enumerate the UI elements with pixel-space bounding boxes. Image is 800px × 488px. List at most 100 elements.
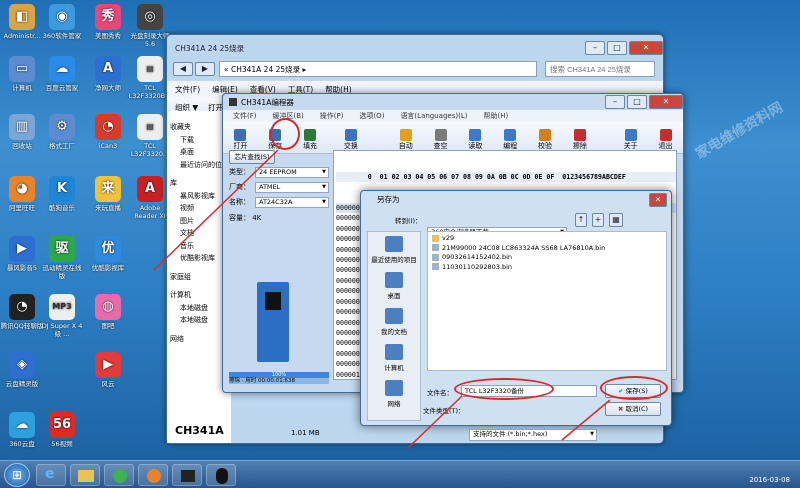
desktop-icon[interactable]: 56 56视频 <box>40 412 84 448</box>
taskbar-qq-icon[interactable] <box>206 464 236 486</box>
back-icon[interactable]: ◀ <box>173 62 193 76</box>
view-menu-icon[interactable]: ▦ <box>609 213 623 227</box>
cancel-button[interactable]: ✖ 取消(C) <box>605 402 661 416</box>
desktop-icon[interactable]: 来来玩直播 <box>86 176 130 212</box>
nav-item[interactable]: 网络 <box>170 333 228 346</box>
file-list-item[interactable]: 09032614152402.bin <box>432 253 662 263</box>
file-list-item[interactable]: 11030110292803.bin <box>432 263 662 273</box>
filetype-select[interactable]: 支持的文件 (*.bin;*.hex) <box>469 429 597 441</box>
nav-item[interactable]: 视频 <box>170 202 228 215</box>
place-4[interactable]: 网络 <box>368 376 420 412</box>
desktop-icon[interactable]: ◉ 360软件管家 <box>40 4 84 40</box>
up-folder-icon[interactable]: ↑ <box>575 213 587 227</box>
nav-item[interactable]: 暴风影视库 <box>170 190 228 203</box>
taskbar-app-icon[interactable] <box>138 464 168 486</box>
nav-item[interactable]: 收藏夹 <box>170 121 228 134</box>
nav-item[interactable]: 桌面 <box>170 146 228 159</box>
nav-item[interactable]: 家庭组 <box>170 271 228 284</box>
desktop-icon[interactable]: ☁ 360云盘 <box>0 412 44 448</box>
taskbar-360-icon[interactable] <box>104 464 134 486</box>
tool-4[interactable]: 自动 <box>388 129 423 151</box>
desktop-icon[interactable]: ▭ 计算机 <box>0 56 44 92</box>
ch-maximize-button[interactable]: □ <box>627 95 647 109</box>
new-folder-icon[interactable]: + <box>592 213 604 227</box>
desktop-icon-glyph: ◈ <box>9 352 35 378</box>
desktop-icon-glyph: 驱 <box>49 236 75 262</box>
tool-0[interactable]: 打开 <box>223 129 258 151</box>
maker-select[interactable]: ATMEL <box>255 181 329 193</box>
ch341-menu-item[interactable]: 文件(F) <box>233 111 257 121</box>
ch-minimize-button[interactable]: – <box>605 95 625 109</box>
place-2[interactable]: 我的文档 <box>368 304 420 340</box>
ch341-menu-item[interactable]: 语言(Languages)(L) <box>400 111 467 121</box>
maximize-button[interactable]: □ <box>607 41 627 55</box>
file-list-item[interactable]: 21M99000 24C08 LC863324A SS68 LA76810A.b… <box>432 244 662 254</box>
tool-9[interactable]: 擦除 <box>562 129 597 151</box>
explorer-menu-item[interactable]: 文件(F) <box>175 84 200 95</box>
desktop-icon[interactable]: K 酷狗音乐 <box>40 176 84 212</box>
desktop-icon[interactable]: MP3 DJ Super X 4级 ... <box>40 294 84 338</box>
ch341a-titlebar[interactable]: CH341A编程器 – □ ✕ <box>223 94 683 110</box>
desktop-icon[interactable]: 驱迅动精灵在线版 <box>40 236 84 280</box>
forward-icon[interactable]: ▶ <box>195 62 215 76</box>
place-1[interactable]: 桌面 <box>368 268 420 304</box>
tool-5[interactable]: 查空 <box>423 129 458 151</box>
save-dialog-titlebar[interactable]: 另存为 <box>361 191 671 205</box>
desktop-icon[interactable]: 秀美图秀秀 <box>86 4 130 40</box>
desktop-icon[interactable]: A 净网大师 <box>86 56 130 92</box>
desktop-icon[interactable]: ▶ 风云 <box>86 352 130 388</box>
tool-6[interactable]: 读取 <box>458 129 493 151</box>
ch341-menu-item[interactable]: 选项(O) <box>359 111 384 121</box>
tool-10[interactable]: 关于 <box>613 129 648 151</box>
desktop-icon[interactable]: ▥ 回收站 <box>0 114 44 150</box>
desktop-icon[interactable]: ◧ Administr... <box>0 4 44 40</box>
desktop-icon-glyph: ◕ <box>9 176 35 202</box>
file-list[interactable]: v29 21M99000 24C08 LC863324A SS68 LA76810… <box>427 231 667 371</box>
nav-item[interactable]: 本地磁盘 <box>170 302 228 315</box>
desktop-icon[interactable]: ◍ 图吧 <box>86 294 130 330</box>
place-0[interactable]: 最近使用的项目 <box>368 232 420 268</box>
minimize-button[interactable]: – <box>585 41 605 55</box>
ch-close-button[interactable]: ✕ <box>649 95 683 109</box>
nav-item[interactable]: 本地磁盘 <box>170 314 228 327</box>
chip-search-button[interactable]: 芯片查找(S) <box>229 150 275 164</box>
ch341-menu-item[interactable]: 操作(P) <box>320 111 344 121</box>
desktop-icon[interactable]: ◕ 阿里旺旺 <box>0 176 44 212</box>
type-select[interactable]: 24 EEPROM <box>255 166 329 178</box>
nav-item[interactable]: 库 <box>170 177 228 190</box>
desktop-icon[interactable]: ☁ 百度云管家 <box>40 56 84 92</box>
chip-socket-image <box>257 282 289 362</box>
desktop-icon[interactable]: ▶ 暴风影音5 <box>0 236 44 272</box>
nav-item[interactable]: 下载 <box>170 134 228 147</box>
taskbar-explorer-icon[interactable] <box>70 464 100 486</box>
tool-8[interactable]: 校验 <box>528 129 563 151</box>
desktop-icon-glyph: ▶ <box>95 352 121 378</box>
desktop-icon[interactable]: ◔ 腾讯QQ轻聊版 <box>0 294 44 330</box>
nav-item[interactable]: 图片 <box>170 215 228 228</box>
close-button[interactable]: ✕ <box>629 41 663 55</box>
tool-3[interactable]: 交换 <box>333 129 368 151</box>
tool-icon <box>573 129 586 141</box>
dialog-close-button[interactable]: ✕ <box>649 193 667 207</box>
taskbar-ie-icon[interactable]: e <box>36 464 66 486</box>
nav-item[interactable]: 优酷影视库 <box>170 252 228 265</box>
desktop-icon[interactable]: 优优酷影视库 <box>86 236 130 272</box>
nav-item[interactable]: 音乐 <box>170 240 228 253</box>
nav-item[interactable]: 计算机 <box>170 289 228 302</box>
nav-item[interactable]: 文档 <box>170 227 228 240</box>
taskbar-ch341a-icon[interactable] <box>172 464 202 486</box>
explorer-titlebar[interactable]: CH341A 24 25烧录 – □ ✕ <box>167 35 663 61</box>
file-list-item[interactable]: v29 <box>432 234 662 244</box>
desktop-icon[interactable]: ◈ 云盘精灵版 <box>0 352 44 388</box>
address-bar[interactable]: « CH341A 24 25烧录 ▸ <box>219 61 537 77</box>
desktop-icon[interactable]: ⚙ 格式工厂 <box>40 114 84 150</box>
place-3[interactable]: 计算机 <box>368 340 420 376</box>
nav-item[interactable]: 最近访问的位置 <box>170 159 228 172</box>
tool-7[interactable]: 编程 <box>493 129 528 151</box>
tool-11[interactable]: 退出 <box>648 129 683 151</box>
desktop-icon[interactable]: ◔ iCan3 <box>86 114 130 150</box>
ch341-menu-item[interactable]: 帮助(H) <box>483 111 508 121</box>
name-select[interactable]: AT24C32A <box>255 196 329 208</box>
search-input[interactable] <box>545 61 655 77</box>
start-button[interactable]: ⊞ <box>4 463 30 487</box>
